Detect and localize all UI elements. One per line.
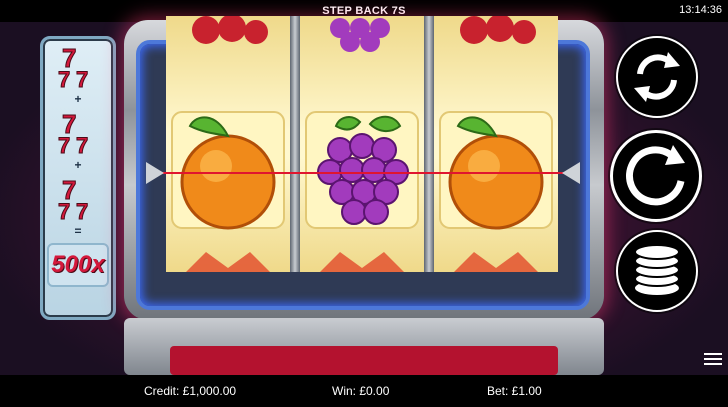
seven-symbol-icon: 7 7 7 xyxy=(56,43,100,93)
autoplay-icon xyxy=(634,52,680,102)
svg-text:7: 7 xyxy=(58,133,70,158)
seven-symbol-icon: 7 7 7 xyxy=(56,175,100,225)
bet-display: Bet: £1.00 xyxy=(487,384,542,398)
svg-text:7: 7 xyxy=(58,67,70,92)
spin-button[interactable] xyxy=(610,130,702,222)
plus-sign: + xyxy=(74,158,82,172)
payline xyxy=(148,172,572,174)
cherries-icon xyxy=(192,16,268,44)
cherries-icon xyxy=(460,16,536,44)
hamburger-menu-icon[interactable] xyxy=(704,350,724,368)
svg-text:7: 7 xyxy=(58,199,70,224)
status-bar: Credit: £1,000.00 Win: £0.00 Bet: £1.00 xyxy=(0,375,728,407)
reel-divider xyxy=(424,16,434,272)
reel-1 xyxy=(166,16,290,272)
win-display: Win: £0.00 xyxy=(332,384,390,398)
svg-text:7: 7 xyxy=(76,199,88,224)
credit-display: Credit: £1,000.00 xyxy=(144,384,237,398)
payline-right-marker-icon xyxy=(562,162,580,184)
clock: 13:14:36 xyxy=(679,4,722,16)
jester-icon xyxy=(186,252,270,272)
reel-divider xyxy=(290,16,300,272)
grapes-icon xyxy=(330,18,390,52)
reel-2 xyxy=(300,16,424,272)
seven-symbol-icon: 7 7 7 xyxy=(56,109,100,159)
cabinet-logo-panel xyxy=(170,346,558,375)
plus-sign: + xyxy=(74,92,82,106)
bet-button[interactable] xyxy=(616,230,698,312)
jester-icon xyxy=(454,252,538,272)
coin-stack-icon xyxy=(634,244,680,295)
spin-icon xyxy=(626,145,685,206)
payline-left-marker-icon xyxy=(146,162,164,184)
svg-text:7: 7 xyxy=(76,67,88,92)
reel-3 xyxy=(434,16,558,272)
svg-text:7: 7 xyxy=(76,133,88,158)
equals-sign: = xyxy=(74,224,82,238)
jester-icon xyxy=(320,252,404,272)
autoplay-button[interactable] xyxy=(616,36,698,118)
paytable-panel: 7 7 7 + 7 7 7 + 7 7 7 = 500x xyxy=(40,36,116,320)
payout-multiplier: 500x xyxy=(47,243,109,287)
